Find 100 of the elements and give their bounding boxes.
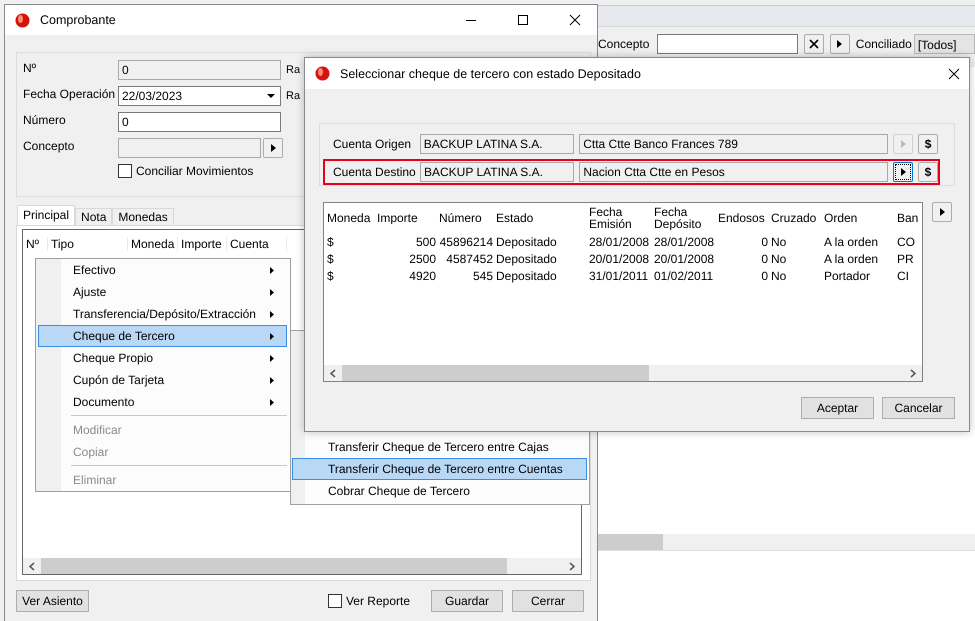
scrollbar[interactable]: [597, 534, 975, 551]
menu-item[interactable]: Transferencia/Depósito/Extracción: [38, 303, 287, 325]
lookup-button[interactable]: [830, 34, 850, 54]
chevron-left-icon[interactable]: [29, 562, 35, 570]
lookup-button[interactable]: [263, 138, 283, 158]
play-icon: [900, 140, 906, 148]
table-cell-text: 4587452: [445, 252, 494, 266]
menu-item[interactable]: Cheque de Tercero: [38, 325, 287, 347]
table-cell-text: 20/01/2008: [653, 252, 716, 266]
menu-item[interactable]: Transferir Cheque de Tercero entre Cuentas: [292, 458, 587, 480]
table-cell-text: No: [770, 268, 788, 282]
menu-item[interactable]: Cobrar Cheque de Tercero: [292, 480, 587, 502]
checkbox[interactable]: [118, 164, 132, 178]
column-header: Ban: [896, 212, 920, 224]
app-icon: [15, 12, 30, 28]
scroll-thumb[interactable]: [342, 365, 649, 381]
menu-item[interactable]: Cupón de Tarjeta: [38, 369, 287, 391]
field-label: Ra: [286, 64, 300, 76]
table-cell-text: A la orden: [823, 234, 880, 248]
currency-button[interactable]: $: [918, 162, 938, 182]
close-icon: [809, 38, 820, 48]
menu-item[interactable]: Efectivo: [38, 259, 287, 281]
dropdown-icon[interactable]: [267, 94, 275, 98]
play-icon: [837, 40, 842, 48]
table-cell-text: 45896214: [438, 234, 494, 248]
field-label: Ra: [286, 90, 300, 102]
owner-field[interactable]: BACKUP LATINA S.A.: [420, 162, 574, 182]
close-icon[interactable]: [948, 68, 960, 80]
tab[interactable]: Monedas: [112, 208, 174, 225]
ver-asiento-button[interactable]: Ver Asiento: [16, 590, 89, 612]
close-icon[interactable]: [569, 14, 581, 26]
column-header: Moneda: [128, 237, 178, 251]
menu-item[interactable]: Ajuste: [38, 281, 287, 303]
caret-icon: [270, 288, 274, 296]
table-cell-text: 31/01/2011: [588, 268, 650, 282]
play-icon: [270, 144, 276, 152]
table-cell-text: No: [770, 252, 788, 266]
menu-item[interactable]: Documento: [38, 391, 287, 413]
play-icon: [940, 208, 944, 216]
table-cell-text: Depositado: [495, 234, 558, 248]
column-header: Moneda: [326, 212, 372, 224]
column-header: Cuenta: [227, 237, 287, 251]
column-header: Número: [438, 212, 483, 224]
input-field[interactable]: [118, 138, 261, 158]
column-header: Cruzado: [770, 212, 818, 224]
window-title: Seleccionar cheque de tercero con estado Depositado: [340, 66, 641, 80]
concepto-label: Concepto: [598, 36, 650, 50]
table-cell-text: PR: [896, 252, 915, 266]
scrollbar[interactable]: [324, 365, 922, 381]
caret-icon: [270, 398, 274, 406]
column-header: Orden: [823, 212, 858, 224]
clear-button[interactable]: [804, 34, 824, 54]
table-cell-text: 545: [472, 268, 494, 282]
table-cell-text: No: [770, 234, 788, 248]
dialog-button[interactable]: Guardar: [431, 590, 503, 612]
input-field[interactable]: 22/03/2023: [118, 86, 281, 106]
table-cell-text: $: [326, 268, 335, 282]
caret-icon: [270, 376, 274, 384]
caret-icon: [270, 332, 274, 340]
table-cell-text: Portador: [823, 268, 872, 282]
table-cell-text: 01/02/2011: [653, 268, 714, 282]
menu-item[interactable]: Transferir Cheque de Tercero entre Cajas: [292, 436, 587, 458]
conciliado-select[interactable]: [Todos]: [914, 34, 975, 54]
field-label: Fecha Operación: [23, 86, 116, 101]
field-label: Nº: [23, 60, 38, 75]
chevron-right-icon[interactable]: [569, 562, 575, 570]
dialog-button[interactable]: Cancelar: [882, 397, 955, 419]
column-header: Tipo: [48, 237, 128, 251]
field-label: Concepto: [23, 138, 76, 153]
table-cell-text: 0: [760, 234, 769, 248]
scroll-thumb[interactable]: [597, 534, 663, 550]
table-cell-text: Depositado: [495, 252, 558, 266]
account-field[interactable]: Nacion Ctta Ctte en Pesos: [579, 162, 888, 182]
column-header: Fecha Emisión: [588, 206, 633, 230]
maximize-icon[interactable]: [517, 14, 529, 26]
menu-item[interactable]: Cheque Propio: [38, 347, 287, 369]
expand-button[interactable]: [932, 202, 952, 222]
input-field[interactable]: 0: [118, 112, 281, 132]
caret-icon: [270, 310, 274, 318]
scroll-thumb[interactable]: [41, 558, 507, 574]
table-cell-text: 500: [414, 234, 437, 248]
caret-icon: [270, 354, 274, 362]
tab[interactable]: Principal: [17, 205, 76, 225]
field-label: Cuenta Destino: [333, 165, 415, 179]
input-field[interactable]: 0: [118, 60, 281, 80]
caret-icon: [270, 266, 274, 274]
chevron-left-icon[interactable]: [330, 368, 336, 378]
checkbox[interactable]: [328, 594, 342, 608]
concepto-field[interactable]: [657, 34, 798, 54]
table-cell-text: 0: [760, 252, 769, 266]
scrollbar[interactable]: [23, 558, 581, 574]
table-cell-text: A la orden: [823, 252, 880, 266]
tab[interactable]: Nota: [75, 208, 112, 225]
play-icon: [900, 168, 906, 176]
column-header: Nº: [23, 237, 48, 251]
chevron-right-icon[interactable]: [910, 368, 916, 378]
dialog-button[interactable]: Cerrar: [512, 590, 584, 612]
lookup-button[interactable]: [893, 162, 914, 182]
dialog-button[interactable]: Aceptar: [801, 397, 874, 419]
table-cell-text: Depositado: [495, 268, 558, 282]
